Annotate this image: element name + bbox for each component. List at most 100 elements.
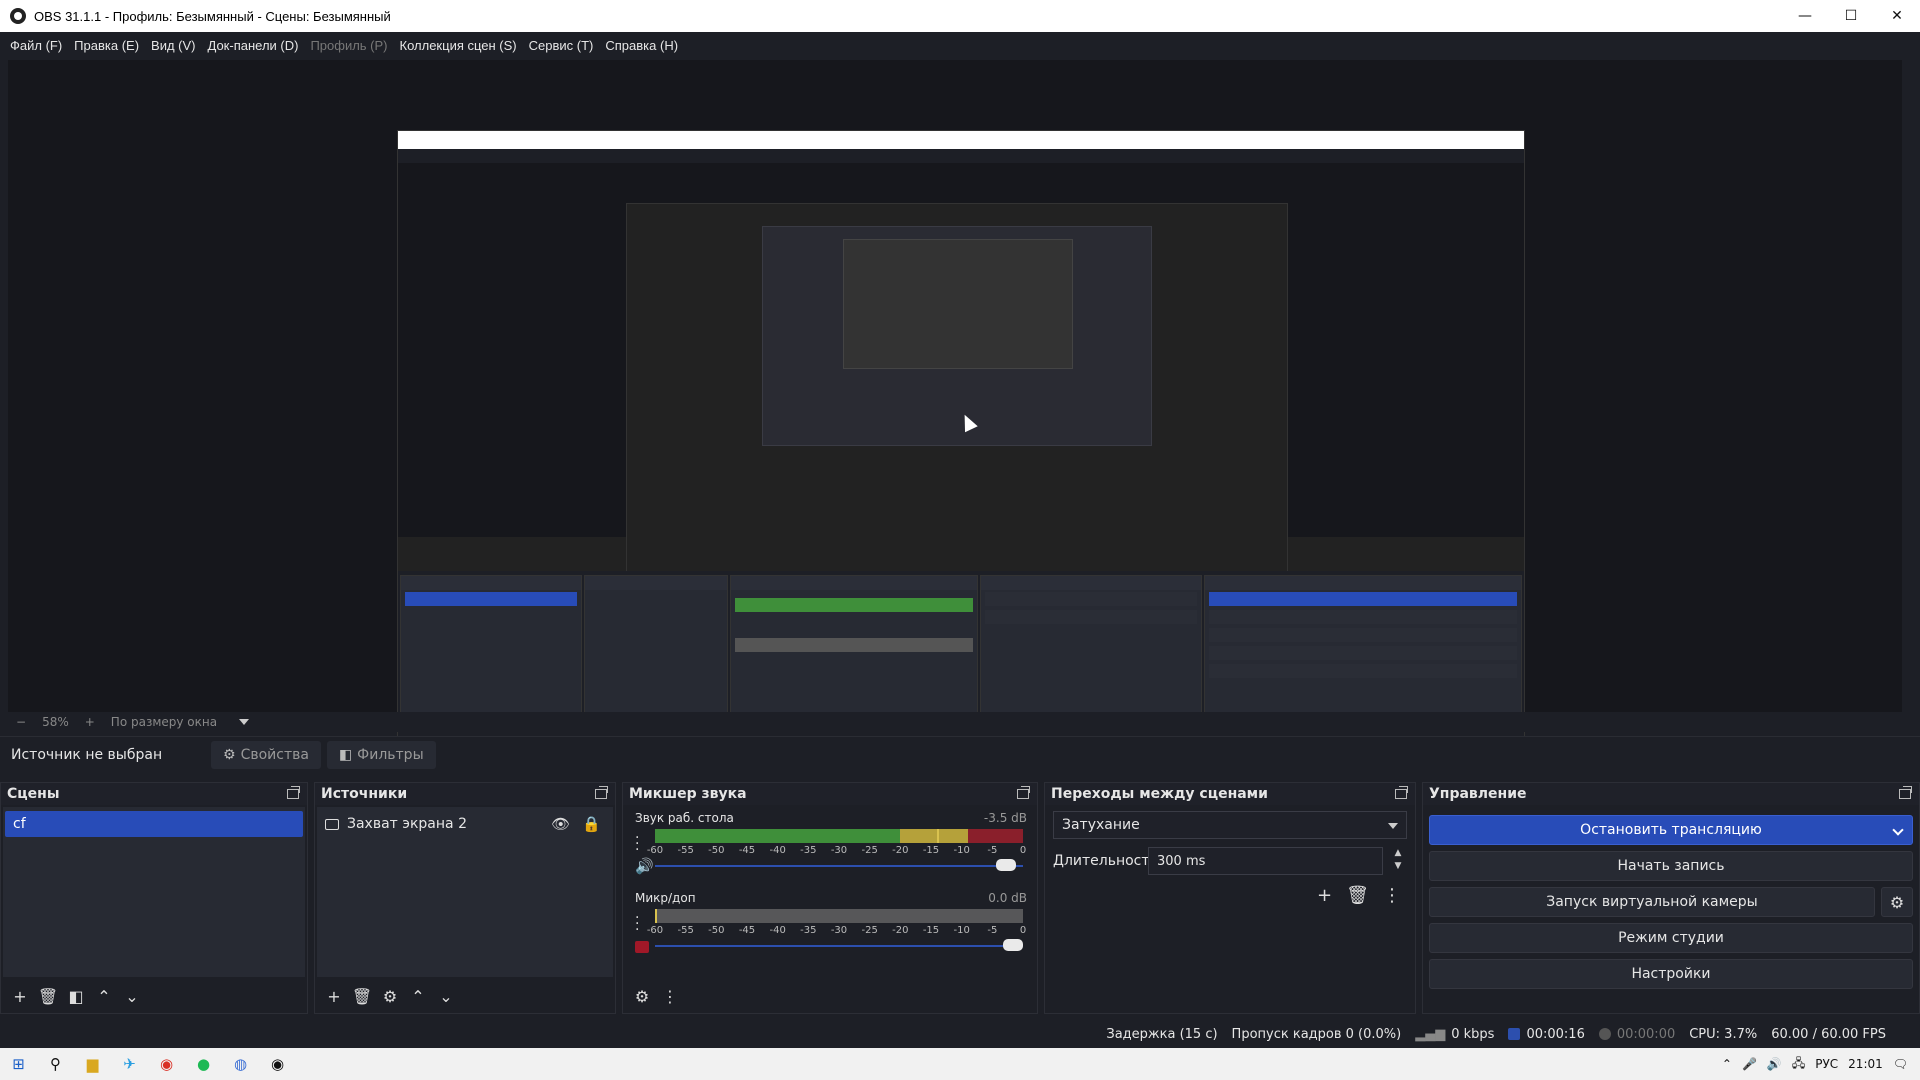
- title-bar: OBS 31.1.1 - Профиль: Безымянный - Сцены…: [0, 0, 1920, 32]
- maximize-button[interactable]: ☐: [1828, 0, 1874, 32]
- trash-icon[interactable]: 🗑: [1346, 885, 1369, 906]
- add-icon[interactable]: +: [9, 985, 31, 1007]
- menu-profile[interactable]: Профиль (P): [304, 38, 393, 53]
- chevron-up-icon[interactable]: ⌃: [1722, 1057, 1732, 1071]
- notifications-icon[interactable]: 🗨: [1893, 1057, 1908, 1071]
- chevron-down-icon[interactable]: [239, 719, 250, 725]
- duration-row: Длительность 300 ms ▲ ▼: [1053, 847, 1407, 875]
- track-name: Звук раб. стола: [635, 811, 734, 825]
- undock-icon[interactable]: [1395, 786, 1408, 799]
- app-icon[interactable]: ◍: [222, 1048, 259, 1080]
- telegram-icon[interactable]: ✈: [111, 1048, 148, 1080]
- preview-area[interactable]: [8, 60, 1902, 764]
- undock-icon[interactable]: [1899, 786, 1912, 799]
- move-down-icon[interactable]: ⌄: [435, 985, 457, 1007]
- zoom-out-button[interactable]: −: [8, 715, 34, 729]
- move-up-icon[interactable]: ⌃: [407, 985, 429, 1007]
- record-time: 00:00:00: [1598, 1027, 1675, 1042]
- add-icon[interactable]: +: [323, 985, 345, 1007]
- volume-slider-knob[interactable]: [1003, 939, 1023, 951]
- trash-icon[interactable]: 🗑: [351, 985, 373, 1007]
- gear-icon[interactable]: ⚙: [379, 985, 401, 1007]
- kebab-menu-icon[interactable]: · · ·: [635, 911, 639, 937]
- trash-icon[interactable]: 🗑: [37, 985, 59, 1007]
- source-item[interactable]: Захват экрана 2 👁 🔒: [319, 811, 611, 837]
- filters-button[interactable]: ◧ Фильтры: [326, 740, 436, 769]
- transitions-content: Затухание Длительность 300 ms ▲ ▼ + 🗑 ⋮: [1047, 807, 1413, 1011]
- status-bar: Задержка (15 с) Пропуск кадров 0 (0.0%) …: [0, 1020, 1920, 1048]
- chevron-down-icon[interactable]: [1892, 824, 1904, 836]
- menu-scene-collection[interactable]: Коллекция сцен (S): [394, 38, 523, 53]
- clock[interactable]: 21:01: [1848, 1057, 1883, 1071]
- lock-icon[interactable]: 🔒: [582, 815, 601, 833]
- menu-file[interactable]: Файл (F): [4, 38, 68, 53]
- menu-help[interactable]: Справка (H): [599, 38, 684, 53]
- chevron-down-icon: [1388, 823, 1398, 829]
- meter-scale: -60 -55 -50 -45 -40 -35 -30 -25 -20 -15 -10 -5 0: [647, 925, 1026, 937]
- obs-taskbar-icon[interactable]: ◉: [259, 1048, 296, 1080]
- input-language[interactable]: РУС: [1815, 1057, 1838, 1071]
- speaker-icon[interactable]: 🔊: [1767, 1057, 1782, 1071]
- start-recording-button[interactable]: Начать запись: [1429, 851, 1913, 881]
- scale-tick-label: -20: [892, 845, 909, 856]
- speaker-icon[interactable]: 🔊: [635, 857, 654, 875]
- monitor-icon: [325, 818, 339, 830]
- kebab-menu-icon[interactable]: ⋮: [659, 985, 681, 1007]
- move-up-icon[interactable]: ⌃: [93, 985, 115, 1007]
- filter-icon[interactable]: ◧: [65, 985, 87, 1007]
- eye-icon[interactable]: 👁: [551, 815, 570, 833]
- add-icon[interactable]: +: [1317, 885, 1332, 906]
- scale-tick-label: -60: [646, 925, 664, 936]
- studio-mode-button[interactable]: Режим студии: [1429, 923, 1913, 953]
- transition-select[interactable]: Затухание: [1053, 811, 1407, 839]
- zoom-in-button[interactable]: +: [77, 715, 103, 729]
- volume-slider[interactable]: [655, 859, 1023, 871]
- stop-streaming-button[interactable]: Остановить трансляцию: [1429, 815, 1913, 845]
- windows-start-icon[interactable]: ⊞: [0, 1048, 37, 1080]
- muted-speaker-icon[interactable]: [635, 941, 649, 953]
- kebab-menu-icon[interactable]: · · ·: [635, 831, 639, 857]
- properties-button[interactable]: ⚙ Свойства: [211, 740, 321, 769]
- sources-list[interactable]: Захват экрана 2 👁 🔒: [317, 807, 613, 977]
- preview-canvas[interactable]: [397, 130, 1525, 764]
- microphone-icon[interactable]: 🎤: [1742, 1057, 1757, 1071]
- minimize-button[interactable]: —: [1782, 0, 1828, 32]
- virtual-camera-settings-button[interactable]: ⚙: [1881, 887, 1913, 917]
- gear-icon: ⚙: [1889, 892, 1905, 912]
- scale-tick-label: -25: [861, 925, 878, 936]
- start-virtual-camera-button[interactable]: Запуск виртуальной камеры: [1429, 887, 1875, 917]
- menu-tools[interactable]: Сервис (T): [523, 38, 600, 53]
- nested-capture-inner-2: [762, 226, 1152, 446]
- close-button[interactable]: ✕: [1874, 0, 1920, 32]
- nested-capture-menubar: [398, 149, 1524, 163]
- undock-icon[interactable]: [1017, 786, 1030, 799]
- zoom-fit-select[interactable]: По размеру окна: [103, 715, 225, 729]
- volume-slider[interactable]: [655, 939, 1023, 951]
- file-explorer-icon[interactable]: ▆: [74, 1048, 111, 1080]
- settings-button[interactable]: Настройки: [1429, 959, 1913, 989]
- kebab-menu-icon[interactable]: ⋮: [1383, 885, 1401, 906]
- volume-slider-knob[interactable]: [996, 859, 1017, 871]
- scale-tick-label: -10: [953, 845, 970, 856]
- menu-edit[interactable]: Правка (E): [68, 38, 145, 53]
- undock-icon[interactable]: [287, 786, 300, 799]
- duration-spinner[interactable]: ▲ ▼: [1391, 847, 1405, 873]
- duration-input[interactable]: 300 ms: [1148, 847, 1383, 875]
- scale-tick-label: -35: [800, 845, 817, 856]
- spotify-icon[interactable]: ●: [185, 1048, 222, 1080]
- meter-zone: [900, 909, 968, 923]
- advanced-audio-gear-icon[interactable]: ⚙: [631, 985, 653, 1007]
- scenes-list[interactable]: cf: [3, 807, 305, 977]
- move-down-icon[interactable]: ⌄: [121, 985, 143, 1007]
- menu-view[interactable]: Вид (V): [145, 38, 201, 53]
- menu-docks[interactable]: Док-панели (D): [202, 38, 305, 53]
- undock-icon[interactable]: [595, 786, 608, 799]
- chrome-icon[interactable]: ◉: [148, 1048, 185, 1080]
- meter-peak-marker: [937, 829, 940, 843]
- search-icon[interactable]: ⚲: [37, 1048, 74, 1080]
- scene-item[interactable]: cf: [5, 811, 303, 837]
- sources-dock-title: Источники: [321, 786, 408, 802]
- network-icon[interactable]: 🖧: [1792, 1054, 1805, 1075]
- scale-tick-label: -60: [646, 845, 664, 856]
- nested-controls-dock: [1204, 575, 1522, 715]
